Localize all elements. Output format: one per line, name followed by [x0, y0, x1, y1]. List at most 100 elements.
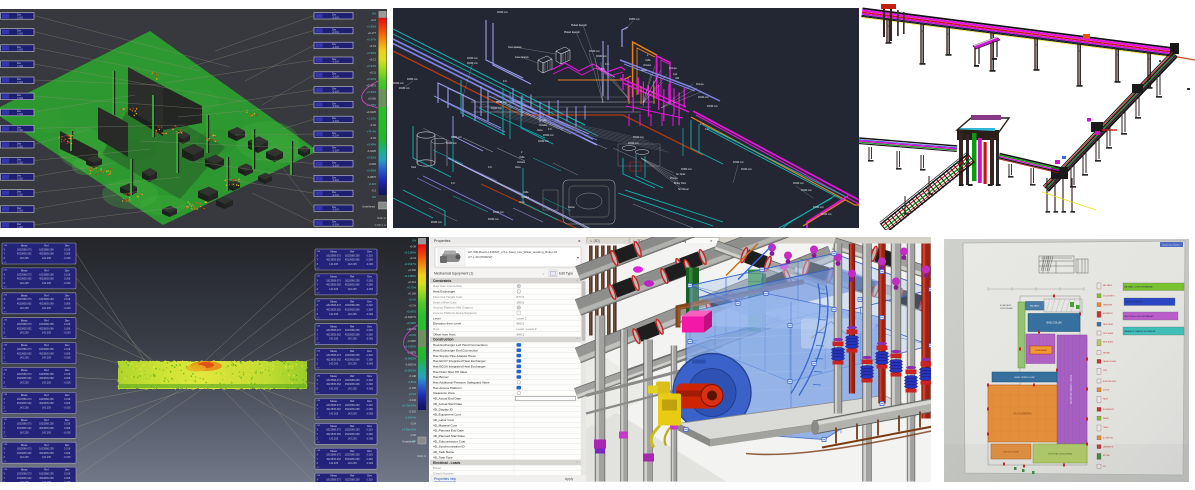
svg-text:Su Tankı: Su Tankı: [676, 173, 686, 176]
svg-text:4523835.068: 4523835.068: [39, 278, 54, 281]
svg-text:+0.75%: +0.75%: [407, 286, 417, 290]
svg-text:1823568.073: 1823568.073: [326, 429, 341, 432]
svg-text:Dev: Dev: [367, 474, 372, 478]
svg-text:SD: SD: [4, 461, 7, 463]
svg-text:Kava Aparatı: Kava Aparatı: [508, 46, 522, 49]
svg-text:142.205: 142.205: [20, 257, 30, 260]
svg-text:1823568.258: 1823568.258: [345, 379, 360, 382]
svg-text:4523835.068: 4523835.068: [345, 259, 360, 262]
svg-text:1823568.073: 1823568.073: [17, 473, 32, 476]
svg-text:SD: SD: [4, 337, 7, 339]
svg-text:-0.000: -0.000: [64, 357, 72, 360]
svg-text:0%: 0%: [372, 12, 376, 16]
svg-text:Apply: Apply: [565, 477, 574, 481]
svg-text:4523835.062: 4523835.062: [326, 433, 341, 436]
svg-text:-0.000: -0.000: [64, 406, 72, 409]
svg-text:DN40 mm: DN40 mm: [589, 50, 600, 53]
svg-text:1823568.258: 1823568.258: [39, 398, 54, 401]
svg-text:Su Filtresi: Su Filtresi: [678, 188, 689, 191]
svg-text:4D_Subcontractor Cost: 4D_Subcontractor Cost: [433, 439, 465, 443]
svg-text:1823568.073: 1823568.073: [326, 304, 341, 307]
svg-text:+0.1627%: +0.1627%: [404, 262, 416, 266]
svg-text:142.205: 142.205: [42, 431, 52, 434]
svg-text:4523835.062: 4523835.062: [17, 452, 32, 455]
svg-text:142.205: 142.205: [348, 288, 358, 291]
svg-text:Panel: Panel: [433, 466, 441, 470]
svg-text:SD: SD: [317, 467, 320, 469]
svg-text:4523835.062: 4523835.062: [326, 333, 341, 336]
svg-text:DN40 mm: DN40 mm: [451, 136, 462, 139]
svg-text:4D_Planned End Date: 4D_Planned End Date: [433, 429, 464, 433]
svg-text:4523835.062: 4523835.062: [326, 259, 341, 262]
svg-text:DN40 mm: DN40 mm: [488, 218, 499, 221]
svg-text:0.002: 0.002: [17, 81, 24, 84]
svg-text:Dev: Dev: [65, 393, 70, 397]
svg-text:Dev: Dev: [65, 418, 70, 422]
svg-text:+0.1%: +0.1%: [409, 392, 417, 396]
svg-text:SD: SD: [4, 287, 7, 289]
svg-text:Yafla: Yafla: [541, 119, 547, 122]
svg-text:0.308: 0.308: [64, 278, 71, 281]
svg-text:+0.1498%: +0.1498%: [404, 274, 416, 278]
svg-text:-0.0875: -0.0875: [367, 175, 377, 179]
svg-text:Clearance Zone: Clearance Zone: [433, 391, 455, 395]
svg-text:1823568.073: 1823568.073: [17, 423, 32, 426]
svg-text:4D_Synchronization ID: 4D_Synchronization ID: [433, 445, 465, 449]
svg-text:-0.004: -0.004: [332, 61, 339, 64]
svg-text:0.318: 0.318: [64, 473, 71, 476]
svg-text:+74.4%: +74.4%: [367, 129, 377, 133]
svg-text:+0.214: +0.214: [408, 280, 417, 284]
svg-text:-0.0004%: -0.0004%: [405, 416, 417, 420]
svg-text:0.318: 0.318: [366, 454, 373, 457]
svg-text:1823568.258: 1823568.258: [345, 479, 360, 482]
svg-text:-0.000: -0.000: [64, 481, 72, 482]
svg-text:Meas: Meas: [21, 418, 28, 422]
svg-text:Drain Offset Calc: Drain Offset Calc: [433, 300, 457, 304]
svg-text:1823568.258: 1823568.258: [39, 348, 54, 351]
svg-text:Edit Type: Edit Type: [559, 272, 573, 276]
svg-text:-0.115: -0.115: [369, 182, 377, 186]
svg-text:1823568.258: 1823568.258: [39, 473, 54, 476]
svg-text:-0.000: -0.000: [64, 257, 72, 260]
svg-text:Vana: Vana: [641, 69, 647, 72]
svg-text:1823568.258: 1823568.258: [345, 454, 360, 457]
svg-text:Ref: Ref: [350, 399, 354, 403]
svg-text:0.308: 0.308: [366, 433, 373, 436]
svg-text:0.308: 0.308: [64, 427, 71, 430]
svg-text:Heat Exchanger: Heat Exchanger: [433, 290, 455, 294]
svg-text:4523835.068: 4523835.068: [345, 408, 360, 411]
svg-text:0.318: 0.318: [366, 279, 373, 282]
svg-text:-0.000: -0.000: [366, 263, 374, 266]
svg-text:4523835.062: 4523835.062: [17, 303, 32, 306]
svg-text:Flow Out Height Calc: Flow Out Height Calc: [433, 295, 463, 299]
svg-text:0.318: 0.318: [64, 273, 71, 276]
svg-text:142.205: 142.205: [329, 288, 339, 291]
svg-text:142.205: 142.205: [42, 357, 52, 360]
svg-text:⌃: ⌃: [576, 279, 579, 283]
svg-text:+0.11: +0.11: [369, 70, 376, 74]
svg-text:4D_Equipment Cost: 4D_Equipment Cost: [433, 413, 461, 417]
svg-text:4523835.062: 4523835.062: [17, 352, 32, 355]
svg-text:1823568.073: 1823568.073: [17, 298, 32, 301]
svg-text:-0.0487: -0.0487: [407, 339, 416, 343]
svg-text:+0.31: +0.31: [409, 256, 416, 260]
svg-text:-0.000: -0.000: [64, 332, 72, 335]
svg-text:Yafla: Yafla: [645, 59, 651, 62]
svg-text:Kazan: Kazan: [568, 206, 575, 209]
svg-text:1823568.073: 1823568.073: [326, 329, 341, 332]
svg-text:0.002: 0.002: [17, 65, 24, 68]
svg-text:0.318: 0.318: [64, 448, 71, 451]
svg-text:1823568.073: 1823568.073: [326, 279, 341, 282]
svg-text:-0.004: -0.004: [332, 150, 339, 153]
svg-text:142.205: 142.205: [20, 307, 30, 310]
svg-text:0.308: 0.308: [366, 284, 373, 287]
svg-text:Dev: Dev: [367, 424, 372, 428]
svg-text:DN40 mm: DN40 mm: [741, 168, 752, 171]
svg-text:Meas: Meas: [21, 293, 28, 297]
svg-text:Ref: Ref: [44, 368, 48, 372]
svg-text:Properties: Properties: [434, 239, 451, 243]
svg-text:Ref: Ref: [44, 318, 48, 322]
svg-text:142.205: 142.205: [42, 382, 52, 385]
svg-text:142.205: 142.205: [348, 412, 358, 415]
svg-text:+0.92%: +0.92%: [367, 156, 377, 160]
